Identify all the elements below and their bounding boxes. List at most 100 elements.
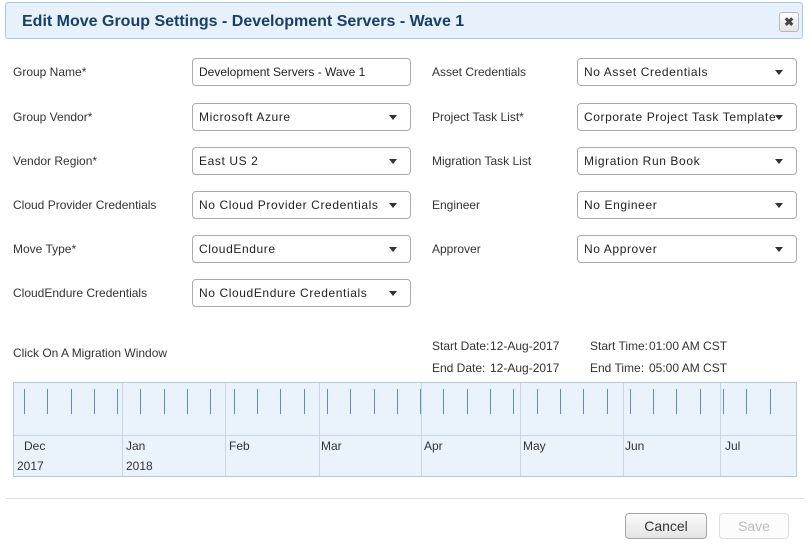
timeline-year-separator xyxy=(122,383,123,476)
project-task-list-label: Project Task List* xyxy=(432,110,524,124)
timeline-week-tick xyxy=(257,389,258,414)
timeline-month-separator xyxy=(225,383,226,476)
timeline-week-tick xyxy=(187,389,188,414)
timeline-month-label: Feb xyxy=(229,439,250,453)
move-type-value: CloudEndure xyxy=(199,242,276,256)
timeline-week-tick xyxy=(607,389,608,414)
chevron-down-icon xyxy=(775,70,783,75)
footer-divider xyxy=(6,498,804,499)
close-icon[interactable]: ✖ xyxy=(779,12,799,32)
chevron-down-icon xyxy=(389,203,397,208)
vendor-region-label: Vendor Region* xyxy=(13,154,98,168)
group-name-value: Development Servers - Wave 1 xyxy=(199,65,366,79)
timeline-week-tick xyxy=(71,389,72,414)
timeline-week-tick xyxy=(723,389,724,414)
timeline-week-tick xyxy=(676,389,677,414)
group-vendor-select[interactable]: Microsoft Azure xyxy=(192,103,411,131)
group-name-input[interactable]: Development Servers - Wave 1 xyxy=(192,58,411,86)
cloud-provider-credentials-label: Cloud Provider Credentials xyxy=(13,198,157,212)
timeline-month-separator xyxy=(720,383,721,476)
timeline-month-separator xyxy=(319,383,320,476)
approver-label: Approver xyxy=(432,242,481,256)
vendor-region-value: East US 2 xyxy=(199,154,259,168)
timeline-week-tick xyxy=(350,389,351,414)
group-name-label: Group Name* xyxy=(13,65,87,79)
timeline-week-tick xyxy=(164,389,165,414)
timeline-week-tick xyxy=(47,389,48,414)
timeline-week-tick xyxy=(210,389,211,414)
start-time-label: Start Time: xyxy=(590,339,649,353)
group-vendor-value: Microsoft Azure xyxy=(199,110,291,124)
timeline-week-tick xyxy=(700,389,701,414)
timeline-year-label: 2017 xyxy=(17,459,44,473)
dialog-header: Edit Move Group Settings - Development S… xyxy=(5,2,803,39)
timeline-week-tick xyxy=(770,389,771,414)
timeline-week-tick xyxy=(583,389,584,414)
approver-select[interactable]: No Approver xyxy=(577,235,797,263)
timeline-month-label: Jan xyxy=(126,439,146,453)
timeline-month-separator xyxy=(520,383,521,476)
start-date-value: 12-Aug-2017 xyxy=(490,339,560,353)
end-time-value: 05:00 AM CST xyxy=(649,361,728,375)
asset-credentials-select[interactable]: No Asset Credentials xyxy=(577,58,797,86)
dialog-title: Edit Move Group Settings - Development S… xyxy=(22,13,465,30)
timeline-week-tick xyxy=(560,389,561,414)
timeline-week-tick xyxy=(374,389,375,414)
start-date-label: Start Date: xyxy=(432,339,490,353)
end-date-label: End Date: xyxy=(432,361,486,375)
move-type-label: Move Type* xyxy=(13,242,77,256)
migration-task-list-value: Migration Run Book xyxy=(584,154,701,168)
engineer-value: No Engineer xyxy=(584,198,658,212)
asset-credentials-value: No Asset Credentials xyxy=(584,65,709,79)
timeline-week-tick xyxy=(304,389,305,414)
timeline-month-label: Jul xyxy=(725,439,741,453)
approver-value: No Approver xyxy=(584,242,658,256)
cloudendure-credentials-select[interactable]: No CloudEndure Credentials xyxy=(192,279,411,307)
group-vendor-label: Group Vendor* xyxy=(13,110,93,124)
timeline-week-tick xyxy=(746,389,747,414)
timeline-week-tick xyxy=(234,389,235,414)
chevron-down-icon xyxy=(389,247,397,252)
timeline-week-tick xyxy=(513,389,514,414)
timeline-month-label: May xyxy=(523,439,546,453)
timeline-week-tick xyxy=(653,389,654,414)
timeline-month-separator xyxy=(623,383,624,476)
migration-task-list-select[interactable]: Migration Run Book xyxy=(577,147,797,175)
cloud-provider-credentials-value: No Cloud Provider Credentials xyxy=(199,198,379,212)
chevron-down-icon xyxy=(775,247,783,252)
engineer-select[interactable]: No Engineer xyxy=(577,191,797,219)
engineer-label: Engineer xyxy=(432,198,481,212)
migration-task-list-label: Migration Task List xyxy=(432,154,532,168)
timeline-week-tick xyxy=(280,389,281,414)
timeline-week-tick xyxy=(467,389,468,414)
cloud-provider-credentials-select[interactable]: No Cloud Provider Credentials xyxy=(192,191,411,219)
timeline-month-separator xyxy=(421,383,422,476)
timeline-divider xyxy=(14,435,796,436)
chevron-down-icon xyxy=(775,159,783,164)
migration-window-prompt: Click On A Migration Window xyxy=(13,346,168,360)
chevron-down-icon xyxy=(775,115,783,120)
timeline-week-tick xyxy=(94,389,95,414)
start-time-value: 01:00 AM CST xyxy=(649,339,728,353)
end-time-label: End Time: xyxy=(590,361,645,375)
chevron-down-icon xyxy=(389,115,397,120)
timeline-week-tick xyxy=(327,389,328,414)
timeline-month-label: Apr xyxy=(424,439,443,453)
end-date-value: 12-Aug-2017 xyxy=(490,361,560,375)
save-button[interactable]: Save xyxy=(719,513,789,539)
project-task-list-value: Corporate Project Task Template xyxy=(584,110,777,124)
cancel-button[interactable]: Cancel xyxy=(625,513,707,539)
timeline-week-tick xyxy=(420,389,421,414)
chevron-down-icon xyxy=(775,203,783,208)
asset-credentials-label: Asset Credentials xyxy=(432,65,527,79)
cloudendure-credentials-label: CloudEndure Credentials xyxy=(13,286,148,300)
move-type-select[interactable]: CloudEndure xyxy=(192,235,411,263)
project-task-list-select[interactable]: Corporate Project Task Template xyxy=(577,103,797,131)
vendor-region-select[interactable]: East US 2 xyxy=(192,147,411,175)
migration-window-timeline[interactable]: Dec Jan Feb Mar Apr May Jun Jul 2017 201… xyxy=(13,382,797,477)
edit-move-group-dialog: Edit Move Group Settings - Development S… xyxy=(0,0,810,549)
chevron-down-icon xyxy=(389,159,397,164)
timeline-year-label: 2018 xyxy=(126,459,153,473)
timeline-month-label: Dec xyxy=(24,439,46,453)
timeline-week-tick xyxy=(397,389,398,414)
